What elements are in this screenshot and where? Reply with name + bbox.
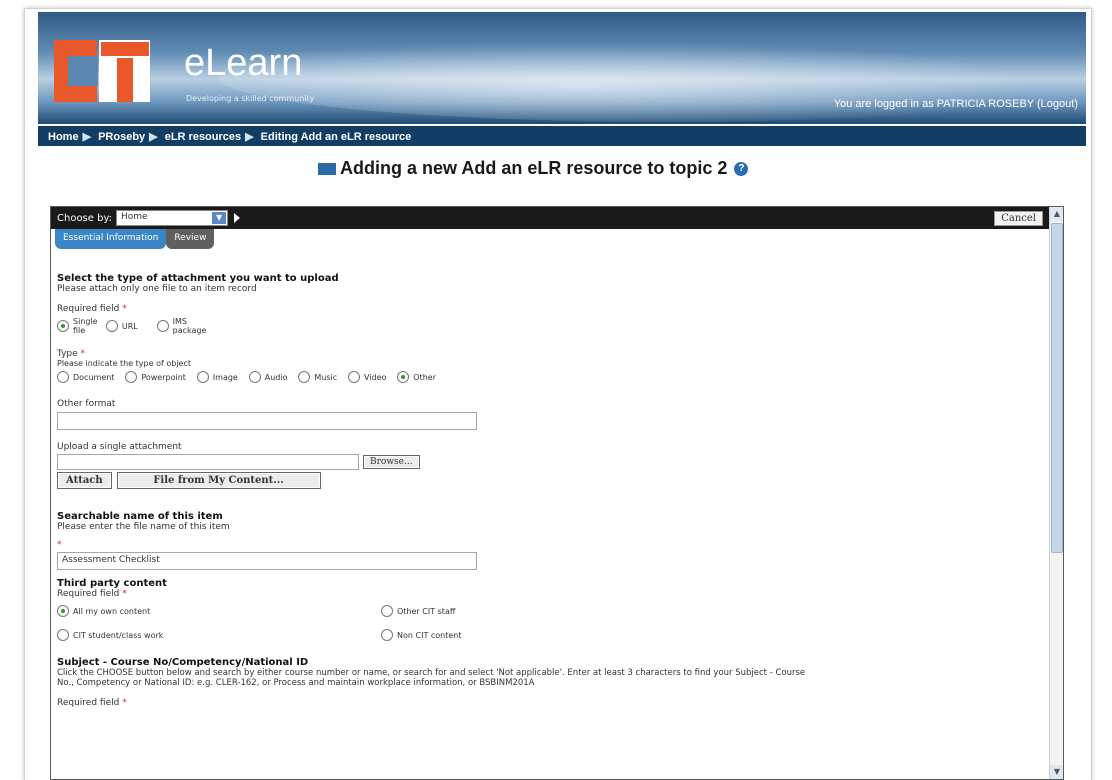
attachment-required: Required field * xyxy=(57,304,127,314)
form-content: Select the type of attachment you want t… xyxy=(57,263,1047,708)
radio-audio[interactable] xyxy=(248,371,261,383)
breadcrumb: Home ▶ PRoseby ▶ eLR resources ▶ Editing Ad… xyxy=(38,126,1086,146)
radio-document[interactable] xyxy=(57,371,69,383)
radio-music[interactable] xyxy=(298,371,311,383)
cancel-button[interactable]: Cancel xyxy=(994,210,1043,226)
searchable-required-mark: * xyxy=(57,540,62,550)
choose-by-value: Home xyxy=(121,212,148,222)
third-party-non-cit: Non CIT content xyxy=(381,629,470,641)
radio-all-my-own-content[interactable] xyxy=(57,605,69,617)
label-music: Music xyxy=(314,372,338,382)
go-arrow-icon[interactable] xyxy=(234,213,241,223)
radio-ims-package[interactable] xyxy=(156,320,169,332)
breadcrumb-resources[interactable]: eLR resources xyxy=(165,131,241,143)
scrollbar-thumb[interactable] xyxy=(1051,223,1063,553)
panel-scrollbar[interactable]: ▲ ▼ xyxy=(1049,207,1063,779)
logout-link[interactable]: (Logout) xyxy=(1037,98,1078,110)
label-other: Other xyxy=(413,372,437,382)
radio-video[interactable] xyxy=(348,371,360,383)
page-title-wrap: Adding a new Add an eLR resource to topi… xyxy=(318,158,749,179)
breadcrumb-user[interactable]: PRoseby xyxy=(98,131,145,143)
choose-by-label: Choose by: xyxy=(57,212,113,224)
label-url: URL xyxy=(121,321,138,331)
cit-logo xyxy=(54,40,150,102)
attachment-hint: Please attach only one file to an item r… xyxy=(57,284,257,294)
page-title: Adding a new Add an eLR resource to topi… xyxy=(340,158,728,178)
label-non-cit-content: Non CIT content xyxy=(397,630,462,640)
label-all-my-own-content: All my own content xyxy=(73,606,151,616)
third-party-row-2: CIT student/class work Non CIT content xyxy=(57,629,1047,643)
logo-t-shape xyxy=(99,40,150,102)
tab-review[interactable]: Review xyxy=(166,229,215,249)
radio-other-cit-staff[interactable] xyxy=(381,605,393,617)
other-format-label: Other format xyxy=(57,399,116,409)
searchable-heading: Searchable name of this item xyxy=(57,511,223,522)
folder-icon xyxy=(318,163,336,176)
choose-by-select[interactable]: Home ▼ xyxy=(116,210,229,226)
radio-image[interactable] xyxy=(196,371,209,383)
resource-editor-panel: Choose by: Home ▼ Cancel Essential Infor… xyxy=(50,206,1064,780)
label-other-cit-staff: Other CIT staff xyxy=(397,606,456,616)
label-audio: Audio xyxy=(264,372,288,382)
third-party-row-1: All my own content Other CIT staff xyxy=(57,605,1047,619)
label-powerpoint: Powerpoint xyxy=(141,372,186,382)
third-party-required: Required field * xyxy=(57,589,127,599)
site-banner: eLearn Developing a skilled community Yo… xyxy=(38,12,1086,124)
login-text: You are logged in as PATRICIA ROSEBY xyxy=(833,98,1034,110)
breadcrumb-arrow-icon: ▶ xyxy=(245,131,254,143)
subject-required: Required field * xyxy=(57,698,127,708)
browse-button[interactable]: Browse... xyxy=(363,455,420,469)
searchable-hint: Please enter the file name of this item xyxy=(57,522,230,532)
subject-heading: Subject - Course No/Competency/National … xyxy=(57,657,309,668)
attachment-options: Single file URL IMS package xyxy=(57,317,1047,335)
upload-file-input[interactable] xyxy=(57,454,359,470)
upload-row: Browse... xyxy=(57,454,1047,470)
file-from-my-content-button[interactable]: File from My Content... xyxy=(116,472,321,489)
label-document: Document xyxy=(73,372,115,382)
type-hint: Please indicate the type of object xyxy=(57,359,191,368)
type-label: Type * xyxy=(57,349,86,359)
brand-tagline: Developing a skilled community xyxy=(186,94,315,103)
breadcrumb-home[interactable]: Home xyxy=(48,131,79,143)
label-single-file: Single file xyxy=(73,317,98,335)
radio-single-file[interactable] xyxy=(57,320,69,332)
login-status: You are logged in as PATRICIA ROSEBY (Lo… xyxy=(834,98,1078,110)
upload-buttons: Attach File from My Content... xyxy=(57,472,1047,489)
help-icon[interactable]: ? xyxy=(734,162,749,177)
label-video: Video xyxy=(364,372,387,382)
scroll-down-icon[interactable]: ▼ xyxy=(1050,765,1063,779)
searchable-name-input[interactable]: Assessment Checklist xyxy=(57,552,477,570)
third-party-other-staff: Other CIT staff xyxy=(381,605,463,617)
type-options: Document Powerpoint Image Audio Music Vi… xyxy=(57,371,1047,383)
radio-non-cit-content[interactable] xyxy=(381,629,393,641)
subject-hint-line-2: No., Competency or National ID: e.g. CLE… xyxy=(57,678,535,688)
label-cit-student-class-work: CIT student/class work xyxy=(73,630,164,640)
breadcrumb-arrow-icon: ▶ xyxy=(82,131,92,143)
brand-name: eLearn xyxy=(184,42,303,84)
subject-hint-line-1: Click the CHOOSE button below and search… xyxy=(57,668,806,678)
label-ims-package: IMS package xyxy=(172,317,207,335)
radio-url[interactable] xyxy=(105,320,118,332)
radio-cit-student-class-work[interactable] xyxy=(57,629,69,641)
logo-c-shape xyxy=(54,40,99,102)
third-party-heading: Third party content xyxy=(57,578,167,589)
breadcrumb-arrow-icon: ▶ xyxy=(149,131,158,143)
chevron-down-icon: ▼ xyxy=(212,212,227,224)
attachment-heading: Select the type of attachment you want t… xyxy=(57,273,339,284)
tab-essential-information[interactable]: Essential Information xyxy=(55,229,167,249)
radio-powerpoint[interactable] xyxy=(125,371,138,383)
label-image: Image xyxy=(212,372,238,382)
attach-button[interactable]: Attach xyxy=(57,472,112,489)
radio-other[interactable] xyxy=(397,371,410,383)
upload-label: Upload a single attachment xyxy=(57,442,182,452)
form-tabs: Essential Information Review xyxy=(51,229,1063,249)
panel-toolbar: Choose by: Home ▼ Cancel xyxy=(51,207,1063,229)
other-format-input[interactable] xyxy=(57,412,477,430)
scroll-up-icon[interactable]: ▲ xyxy=(1050,207,1063,221)
breadcrumb-current: Editing Add an eLR resource xyxy=(260,131,412,143)
